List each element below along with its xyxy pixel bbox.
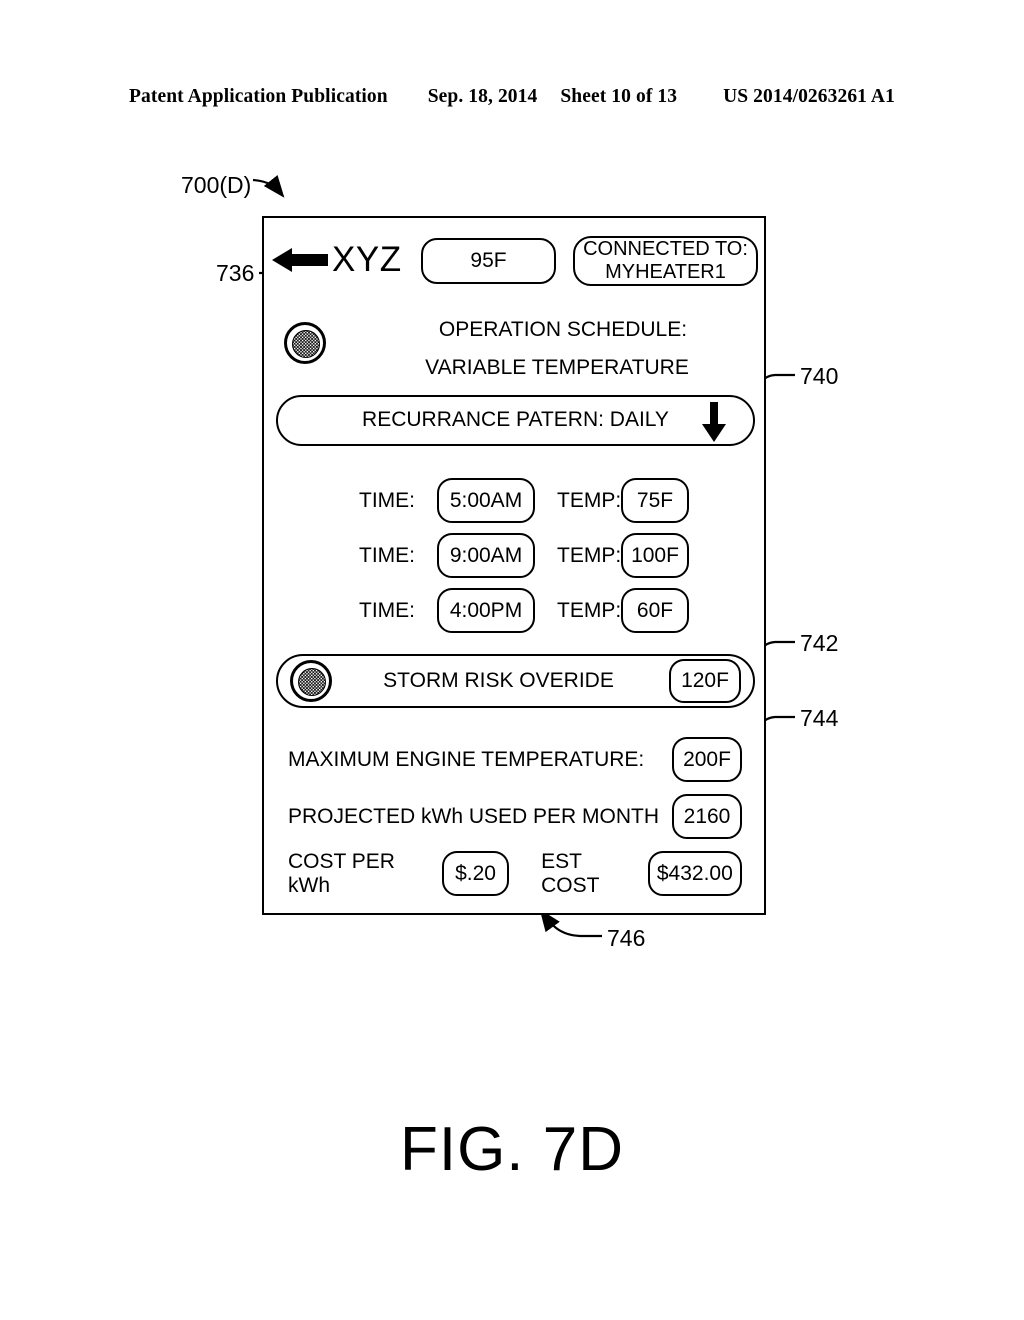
temp-label: TEMP:: [557, 488, 622, 512]
publication-header-sheet: Sheet 10 of 13: [560, 86, 678, 107]
recurrence-pattern-dropdown[interactable]: RECURRANCE PATERN: DAILY: [276, 395, 755, 446]
ref-736: 736: [216, 260, 255, 286]
publication-header: Patent Application Publication Sep. 18, …: [0, 86, 1024, 108]
est-cost-value: $432.00: [656, 861, 733, 885]
operation-schedule-toggle[interactable]: [284, 322, 326, 364]
operation-schedule-text: OPERATION SCHEDULE: VARIABLE TEMPERATURE: [354, 311, 754, 387]
connection-label: CONNECTED TO:: [583, 238, 748, 260]
max-engine-temperature-value: 200F: [683, 747, 731, 771]
device-screen: XYZ 95F CONNECTED TO: MYHEATER1 OPERATIO…: [262, 216, 766, 915]
projected-kwh-row: PROJECTED kWh USED PER MONTH 2160: [264, 788, 764, 845]
publication-header-left: Patent Application Publication: [129, 86, 388, 107]
schedule-row: TIME: 4:00PM TEMP: 60F: [264, 583, 764, 638]
storm-risk-override-label: STORM RISK OVERIDE: [383, 669, 614, 692]
max-engine-temperature-label: MAXIMUM ENGINE TEMPERATURE:: [288, 747, 645, 771]
brand-title: XYZ: [332, 240, 402, 279]
temp-value-field[interactable]: 100F: [621, 533, 689, 578]
temp-value-field[interactable]: 60F: [621, 588, 689, 633]
time-value-field[interactable]: 5:00AM: [437, 478, 535, 523]
temp-value: 75F: [636, 488, 674, 512]
storm-risk-override-value-field[interactable]: 120F: [669, 659, 741, 703]
projected-kwh-field[interactable]: 2160: [672, 794, 742, 839]
time-label: TIME:: [359, 543, 415, 567]
cost-per-kwh-field[interactable]: $.20: [441, 851, 510, 896]
info-rows: MAXIMUM ENGINE TEMPERATURE: 200F PROJECT…: [264, 731, 764, 902]
ref-744: 744: [800, 705, 839, 731]
operation-schedule-title: OPERATION SCHEDULE:: [438, 318, 688, 341]
storm-risk-override-row: STORM RISK OVERIDE 120F: [276, 654, 755, 708]
ref-746: 746: [607, 925, 646, 951]
operation-schedule-mode: VARIABLE TEMPERATURE: [425, 356, 689, 379]
temp-label: TEMP:: [557, 598, 622, 622]
ref-742: 742: [800, 630, 839, 656]
temp-value: 100F: [631, 543, 679, 567]
time-value: 5:00AM: [449, 488, 523, 512]
est-cost-label: EST COST: [541, 849, 600, 897]
schedule-row: TIME: 5:00AM TEMP: 75F: [264, 473, 764, 528]
time-value: 4:00PM: [449, 598, 523, 622]
time-label: TIME:: [359, 488, 415, 512]
app-header: XYZ 95F CONNECTED TO: MYHEATER1: [264, 232, 764, 288]
storm-risk-override-toggle[interactable]: [290, 660, 332, 702]
temp-value: 60F: [636, 598, 674, 622]
publication-header-date: Sep. 18, 2014: [427, 86, 538, 107]
ref-740: 740: [800, 363, 839, 389]
current-temperature-value: 95F: [470, 249, 507, 272]
connection-status-pill[interactable]: CONNECTED TO: MYHEATER1: [573, 236, 758, 286]
projected-kwh-value: 2160: [683, 804, 731, 828]
projected-kwh-label: PROJECTED kWh USED PER MONTH: [288, 804, 660, 828]
publication-header-number: US 2014/0263261 A1: [723, 86, 895, 107]
cost-row: COST PER kWh $.20 EST COST $432.00: [264, 845, 764, 902]
est-cost-field[interactable]: $432.00: [647, 851, 743, 896]
time-label: TIME:: [359, 598, 415, 622]
arrow-down-icon[interactable]: [701, 402, 727, 442]
cost-per-kwh-label: COST PER kWh: [288, 849, 395, 897]
figure-caption: FIG. 7D: [399, 1115, 625, 1184]
current-temperature-pill[interactable]: 95F: [421, 238, 556, 284]
max-engine-temperature-row: MAXIMUM ENGINE TEMPERATURE: 200F: [264, 731, 764, 788]
recurrence-pattern-label: RECURRANCE PATERN: DAILY: [362, 408, 669, 431]
time-value-field[interactable]: 9:00AM: [437, 533, 535, 578]
temp-label: TEMP:: [557, 543, 622, 567]
time-value: 9:00AM: [449, 543, 523, 567]
cost-per-kwh-value: $.20: [455, 861, 496, 885]
storm-risk-override-value: 120F: [681, 669, 729, 692]
schedule-rows: TIME: 5:00AM TEMP: 75F TIME: 9:00AM TEMP…: [264, 473, 764, 638]
max-engine-temperature-field[interactable]: 200F: [672, 737, 742, 782]
ref-700d: 700(D): [181, 172, 252, 198]
schedule-row: TIME: 9:00AM TEMP: 100F: [264, 528, 764, 583]
connection-device-name: MYHEATER1: [605, 261, 726, 283]
back-arrow-icon[interactable]: [272, 248, 328, 272]
time-value-field[interactable]: 4:00PM: [437, 588, 535, 633]
temp-value-field[interactable]: 75F: [621, 478, 689, 523]
